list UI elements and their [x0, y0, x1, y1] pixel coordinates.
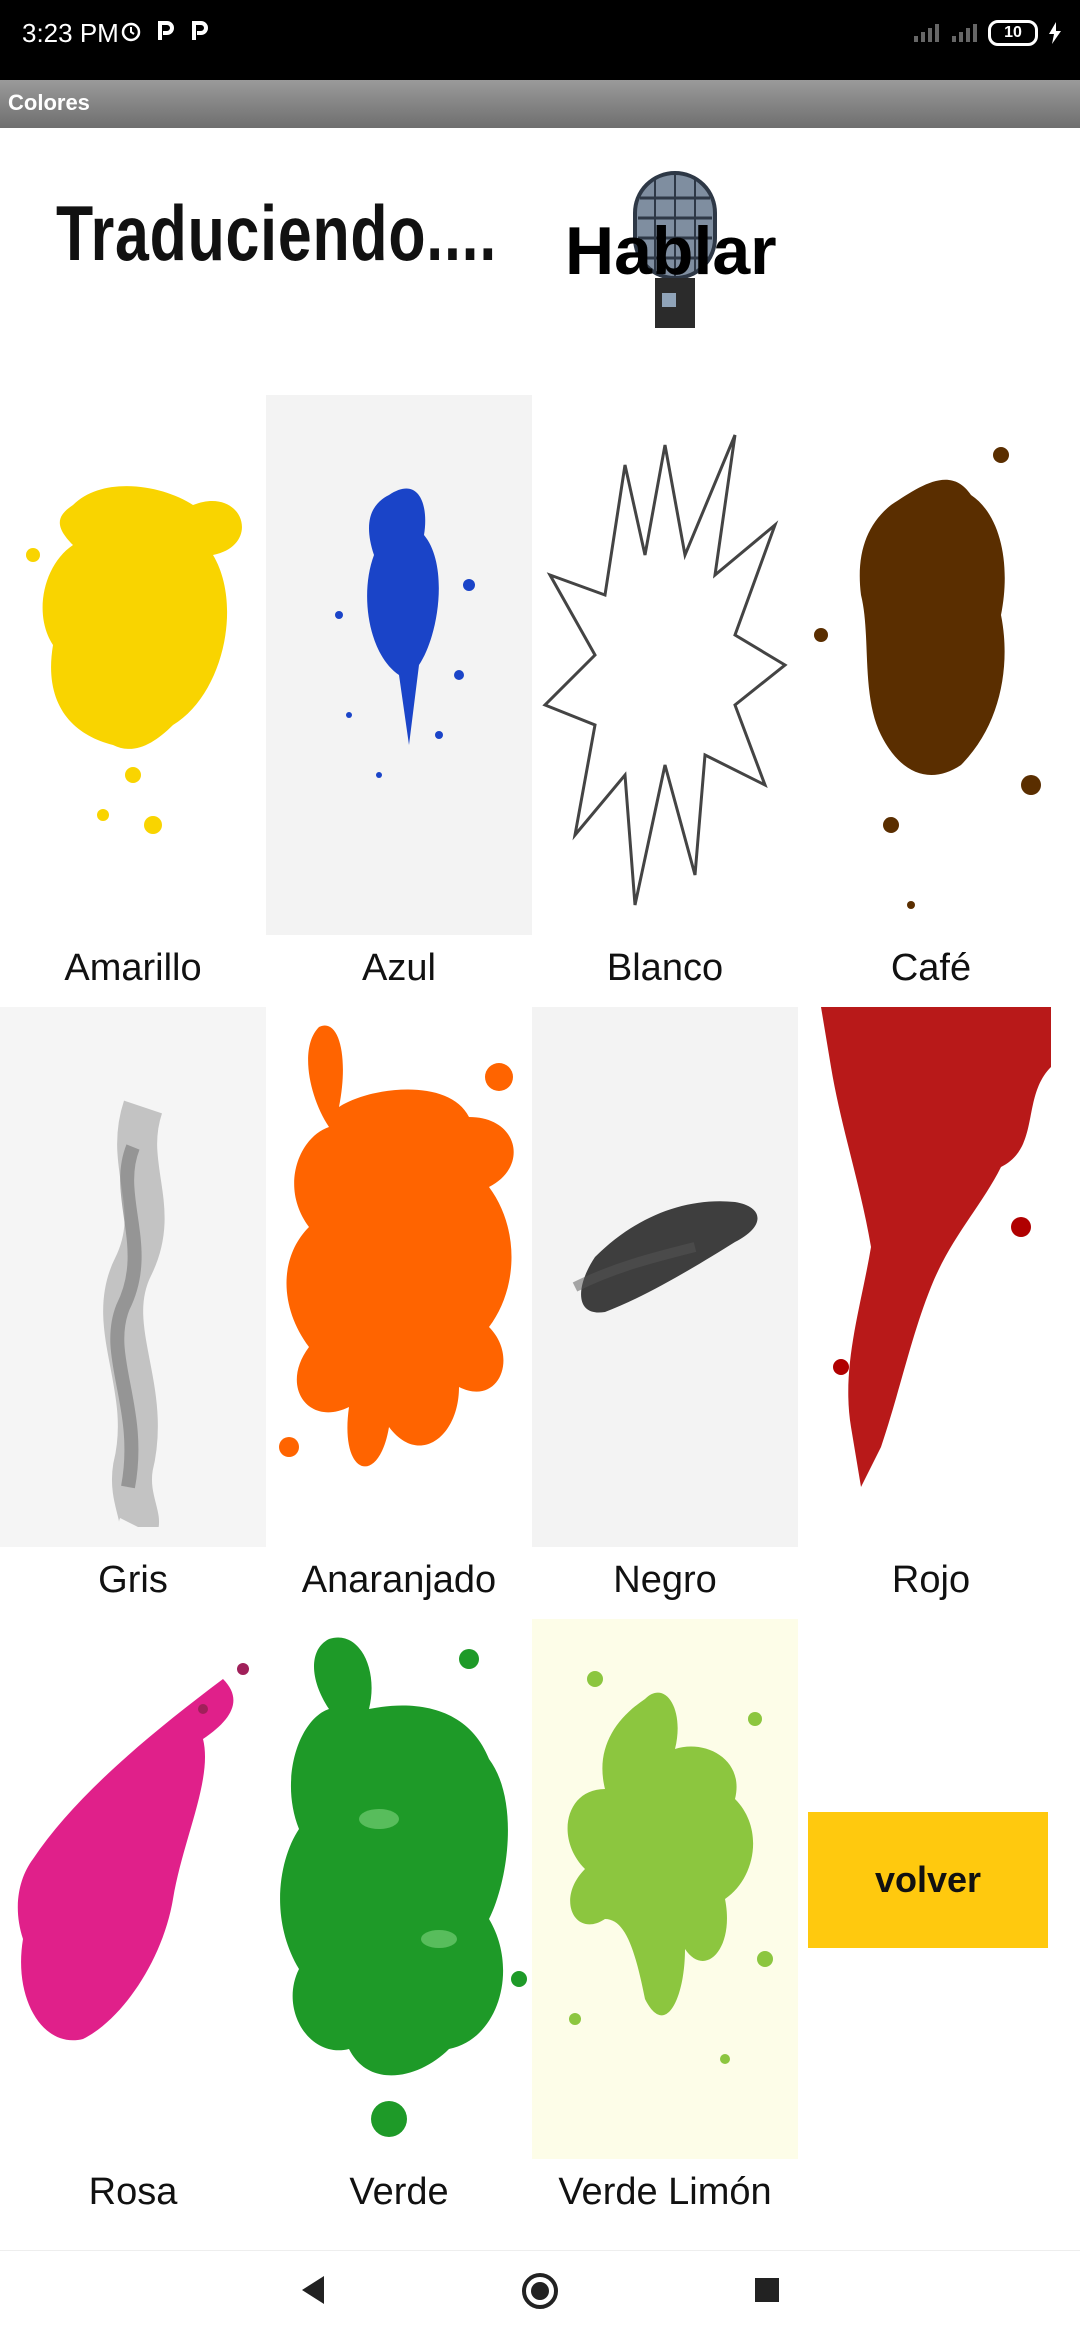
- color-card-azul[interactable]: Azul: [266, 395, 532, 1005]
- color-label: Café: [890, 947, 972, 989]
- paint-splash-icon: [266, 1619, 532, 2159]
- color-card-anaranjado[interactable]: Anaranjado: [266, 1007, 532, 1617]
- paint-splash-icon: [266, 1007, 532, 1547]
- color-label: Verde Limón: [558, 2171, 772, 2213]
- color-card-verde-limon[interactable]: Verde Limón: [532, 1619, 798, 2229]
- paint-splash-icon: [798, 395, 1064, 935]
- battery-icon: 10: [988, 20, 1038, 46]
- color-card-rosa[interactable]: Rosa: [0, 1619, 266, 2229]
- app-title: Colores: [8, 90, 90, 115]
- paint-splash-icon: [798, 1007, 1064, 1547]
- color-card-rojo[interactable]: Rojo: [798, 1007, 1064, 1617]
- battery-level: 10: [1004, 24, 1022, 41]
- paint-splash-icon: [532, 395, 798, 935]
- speak-label: Hablar: [565, 213, 777, 289]
- color-card-cafe[interactable]: Café: [798, 395, 1064, 1005]
- parking-icon-2: [192, 21, 208, 40]
- speak-button[interactable]: Hablar: [565, 168, 785, 338]
- back-button[interactable]: volver: [808, 1812, 1048, 1948]
- triangle-back-icon[interactable]: [298, 2273, 328, 2307]
- signal-icon-2: [952, 24, 977, 42]
- status-left-icons: [120, 20, 210, 42]
- signal-icon: [914, 24, 939, 42]
- translating-text: Traduciendo....: [56, 189, 498, 277]
- color-card-verde[interactable]: Verde: [266, 1619, 532, 2229]
- status-time: 3:23 PM: [22, 18, 119, 48]
- color-label: Anaranjado: [301, 1559, 497, 1601]
- color-label: Rosa: [88, 2171, 178, 2213]
- circle-home-icon[interactable]: [520, 2273, 560, 2313]
- color-label: Gris: [98, 1559, 168, 1601]
- app-title-bar: Colores: [0, 80, 1080, 128]
- header-area: Traduciendo.... Hablar: [0, 128, 1080, 388]
- color-label: Verde: [349, 2171, 449, 2213]
- color-label: Blanco: [606, 947, 724, 989]
- color-card-blanco[interactable]: Blanco: [532, 395, 798, 1005]
- color-label: Rojo: [891, 1559, 971, 1601]
- smear-icon: [532, 1007, 798, 1547]
- color-label: Azul: [362, 947, 436, 989]
- status-right-icons: 10: [912, 20, 1062, 46]
- smoke-icon: [0, 1007, 266, 1547]
- paint-splash-icon: [0, 395, 266, 935]
- color-label: Amarillo: [64, 947, 202, 989]
- powder-icon: [0, 1619, 266, 2159]
- paint-splash-icon: [532, 1619, 798, 2159]
- color-card-negro[interactable]: Negro: [532, 1007, 798, 1617]
- alarm-icon: [121, 22, 141, 42]
- paint-splash-icon: [266, 395, 532, 935]
- color-card-amarillo[interactable]: Amarillo: [0, 395, 266, 1005]
- color-card-gris[interactable]: Gris: [0, 1007, 266, 1617]
- parking-icon: [158, 21, 174, 40]
- square-recents-icon[interactable]: [752, 2273, 782, 2307]
- charging-icon: [1049, 22, 1061, 44]
- navigation-bar: [0, 2250, 1080, 2341]
- color-label: Negro: [613, 1559, 717, 1601]
- status-bar: 3:23 PM 10: [0, 0, 1080, 80]
